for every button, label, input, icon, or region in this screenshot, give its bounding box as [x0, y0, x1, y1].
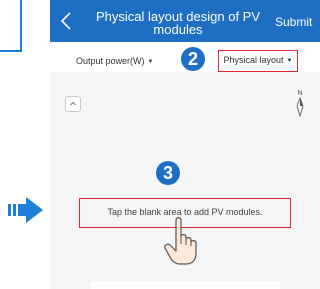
- physical-layout-dropdown[interactable]: Physical layout ▼: [218, 50, 298, 72]
- caret-down-icon: ▼: [147, 59, 154, 65]
- physical-layout-label: Physical layout: [223, 55, 284, 65]
- page-title-line-2: modules: [153, 22, 203, 37]
- previous-step-frame: [0, 0, 22, 52]
- bottom-card: [90, 281, 280, 289]
- app-header: Physical layout design of PV modules Sub…: [50, 0, 320, 42]
- submit-button[interactable]: Submit: [275, 15, 312, 29]
- caret-down-icon: ▼: [286, 58, 293, 64]
- step-2-badge: 2: [181, 47, 205, 71]
- phone-screen: Physical layout design of PV modules Sub…: [50, 0, 320, 289]
- stage: Physical layout design of PV modules Sub…: [0, 0, 320, 289]
- output-power-dropdown[interactable]: Output power(W) ▼: [76, 56, 153, 66]
- chevron-left-icon[interactable]: [56, 10, 78, 32]
- compass-north-label: N: [297, 90, 302, 97]
- compass-icon: N: [296, 90, 304, 118]
- page-title: Physical layout design of PV modules: [84, 10, 272, 36]
- tap-hand-icon: [164, 217, 197, 265]
- output-power-label: Output power(W): [76, 56, 145, 66]
- collapse-button[interactable]: [65, 96, 81, 112]
- right-arrow-icon: [8, 197, 43, 223]
- step-3-badge: 3: [156, 161, 180, 185]
- chevron-up-icon: [70, 101, 76, 106]
